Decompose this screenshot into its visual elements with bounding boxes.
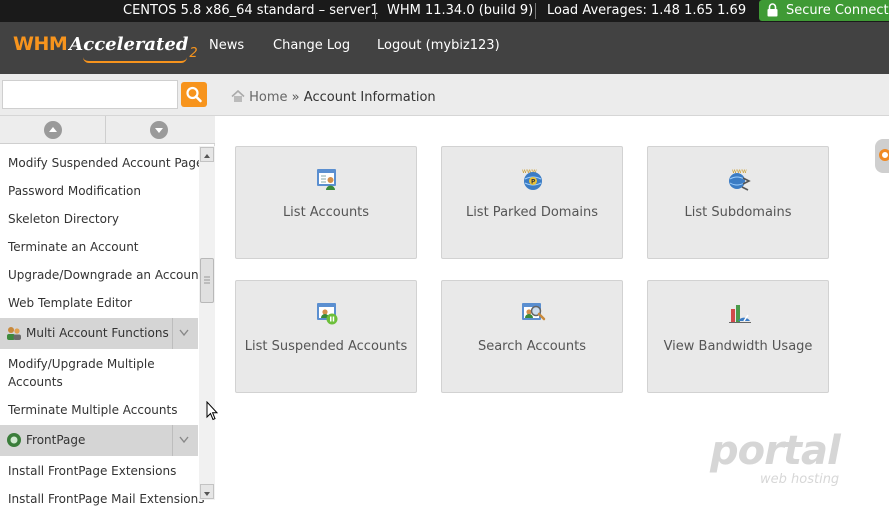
- sidebar-item-terminate-multiple[interactable]: Terminate Multiple Accounts: [8, 401, 177, 420]
- logo-whm-text: WHM: [13, 33, 68, 55]
- search-row: Home » Account Information: [0, 74, 889, 116]
- search-icon: [186, 86, 202, 103]
- arrow-down-icon: [204, 492, 210, 496]
- chevron-down-icon: [179, 329, 189, 337]
- sidebar-group-multi-account[interactable]: Multi Account Functions: [0, 318, 198, 349]
- sidebar-group-label: FrontPage: [26, 433, 86, 447]
- svg-text:P: P: [531, 179, 536, 186]
- sidebar-group-label: Multi Account Functions: [26, 326, 169, 340]
- tile-list-parked-domains[interactable]: www P List Parked Domains: [441, 146, 623, 259]
- sidebar-item-modify-upgrade-multiple[interactable]: Modify/Upgrade Multiple: [8, 355, 155, 374]
- scrollbar-up-arrow[interactable]: [200, 147, 214, 162]
- nav-logout[interactable]: Logout (mybiz123): [377, 38, 500, 53]
- status-bar: CENTOS 5.8 x86_64 standard – server1 WHM…: [0, 0, 889, 22]
- grip-icon: [204, 276, 210, 284]
- tile-label: Search Accounts: [477, 339, 587, 354]
- sidebar-item-install-frontpage[interactable]: Install FrontPage Extensions: [8, 462, 176, 481]
- sidebar-item-web-template-editor[interactable]: Web Template Editor: [8, 294, 132, 313]
- sidebar-item-skeleton-directory[interactable]: Skeleton Directory: [8, 210, 119, 229]
- scroll-down-button[interactable]: [150, 121, 168, 139]
- collapse-toggle[interactable]: [172, 318, 194, 349]
- secure-connection-badge[interactable]: Secure Connecti: [759, 0, 889, 21]
- scrollbar-down-arrow[interactable]: [200, 484, 214, 499]
- nav-news[interactable]: News: [209, 38, 244, 53]
- lock-icon: [767, 3, 778, 17]
- status-divider: [375, 3, 376, 19]
- breadcrumb-current: Account Information: [303, 90, 436, 105]
- watermark-brand: portal: [710, 428, 841, 474]
- nav-change-log[interactable]: Change Log: [273, 38, 350, 53]
- tile-label: List Suspended Accounts: [244, 339, 408, 354]
- sidebar-item-modify-suspended-page[interactable]: Modify Suspended Account Page: [8, 154, 203, 173]
- tile-label: List Parked Domains: [465, 205, 599, 220]
- suspended-accounts-icon: [317, 303, 338, 325]
- tile-list-subdomains[interactable]: www List Subdomains: [647, 146, 829, 259]
- search-button[interactable]: [181, 82, 207, 107]
- breadcrumb-home[interactable]: Home: [249, 90, 287, 105]
- tile-search-accounts[interactable]: Search Accounts: [441, 280, 623, 393]
- divider: [105, 116, 106, 144]
- tile-label: View Bandwidth Usage: [663, 339, 813, 354]
- whm-logo[interactable]: WHM Accelerated2: [13, 33, 198, 63]
- frontpage-icon: [7, 433, 21, 447]
- scrollbar-thumb[interactable]: [200, 258, 214, 303]
- watermark-subtitle: web hosting: [760, 472, 840, 487]
- help-widget[interactable]: [875, 139, 889, 173]
- chevron-down-icon: [155, 128, 163, 133]
- arrow-up-icon: [204, 154, 210, 158]
- scroll-up-button[interactable]: [44, 121, 62, 139]
- breadcrumb-separator: »: [291, 90, 300, 105]
- collapse-toggle[interactable]: [172, 425, 194, 456]
- tile-label: List Subdomains: [684, 205, 792, 220]
- server-info: CENTOS 5.8 x86_64 standard – server1: [123, 3, 379, 18]
- sidebar-item-upgrade-downgrade[interactable]: Upgrade/Downgrade an Account: [8, 266, 203, 285]
- list-accounts-icon: [317, 169, 336, 190]
- top-header: WHM Accelerated2 News Change Log Logout (…: [0, 22, 889, 74]
- tile-list-accounts[interactable]: List Accounts: [235, 146, 417, 259]
- logo-version: 2: [189, 46, 198, 61]
- lifebuoy-icon: [879, 149, 889, 161]
- bandwidth-icon: [729, 305, 751, 323]
- parked-domains-icon: www P: [522, 168, 542, 190]
- tile-list-suspended-accounts[interactable]: List Suspended Accounts: [235, 280, 417, 393]
- sidebar-group-frontpage[interactable]: FrontPage: [0, 425, 198, 456]
- tile-view-bandwidth-usage[interactable]: View Bandwidth Usage: [647, 280, 829, 393]
- chevron-up-icon: [49, 127, 57, 132]
- whm-version: WHM 11.34.0 (build 9): [387, 3, 534, 18]
- chevron-down-icon: [179, 436, 189, 444]
- sidebar: Modify Suspended Account Page Password M…: [0, 116, 215, 506]
- breadcrumb: Home » Account Information: [231, 89, 436, 105]
- secure-connection-label: Secure Connecti: [786, 3, 889, 18]
- sidebar-item-terminate-account[interactable]: Terminate an Account: [8, 238, 139, 257]
- logo-swoosh: [83, 57, 187, 63]
- subdomains-icon: www: [729, 168, 751, 191]
- sidebar-scrollbar[interactable]: [199, 146, 215, 500]
- multi-account-icon: [7, 327, 21, 340]
- sidebar-scroll-controls: [0, 116, 215, 144]
- logo-accelerated-text: Accelerated: [69, 34, 189, 55]
- sidebar-item-password-modification[interactable]: Password Modification: [8, 182, 141, 201]
- tile-label: List Accounts: [282, 205, 370, 220]
- home-icon[interactable]: [231, 89, 245, 102]
- load-averages: Load Averages: 1.48 1.65 1.69: [547, 3, 747, 18]
- search-accounts-icon: [522, 303, 546, 321]
- status-divider: [535, 3, 536, 19]
- watermark-logo: portal web hosting: [710, 428, 860, 494]
- sidebar-item-modify-upgrade-multiple-cont[interactable]: Accounts: [8, 373, 63, 392]
- search-input[interactable]: [2, 80, 178, 109]
- mouse-cursor-icon: [206, 401, 218, 421]
